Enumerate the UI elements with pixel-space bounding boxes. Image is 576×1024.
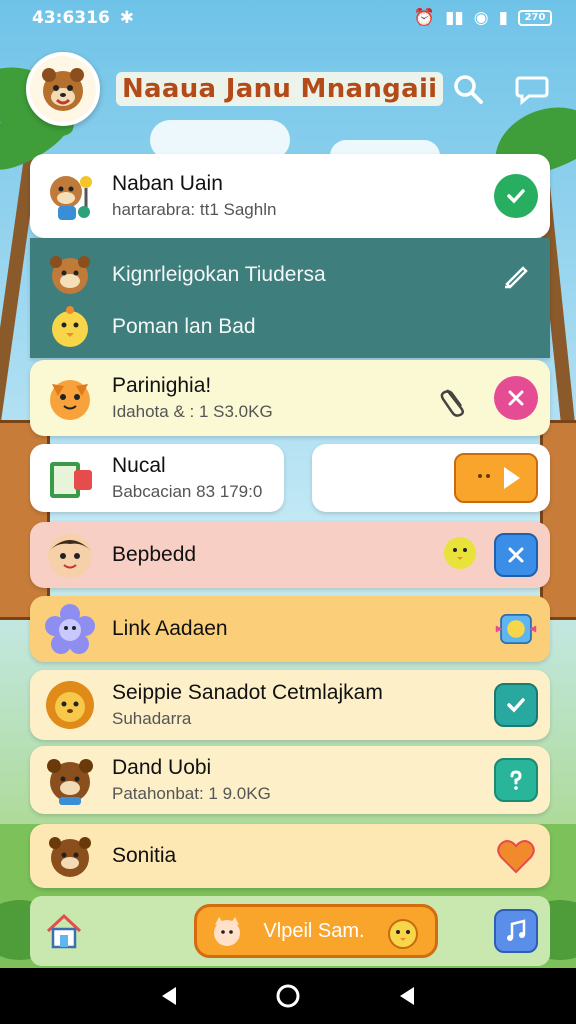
list-item[interactable]: Dand Uobi Patahonbat: 1 9.0KG [30, 746, 550, 814]
paperclip-icon [440, 389, 464, 417]
row-subtitle: Patahonbat: 1 9.0KG [112, 784, 271, 803]
sim-icon: ▮ [498, 8, 508, 28]
list-item[interactable]: Sonitia [30, 824, 550, 888]
bottom-action-bar: Vlpeil Sam. [30, 896, 550, 966]
status-bar: 43:6316 ✱ ⏰ ▮▮ ◉ ▮ 270 [0, 0, 576, 36]
play-button[interactable] [454, 453, 538, 503]
primary-action-button[interactable]: Vlpeil Sam. [194, 904, 438, 958]
signal-icon: ▮▮ [445, 8, 464, 28]
star-badge-icon [495, 614, 537, 644]
attach-button[interactable] [434, 376, 478, 420]
music-note-icon [507, 919, 526, 941]
list-item[interactable]: Bepbedd [30, 522, 550, 588]
fox-icon [42, 370, 98, 426]
help-button[interactable] [494, 758, 538, 802]
home-nav-button[interactable] [273, 981, 303, 1011]
row-title: Dand Uobi [112, 756, 212, 779]
edit-button[interactable] [494, 253, 538, 297]
system-nav-bar [0, 968, 576, 1024]
app-title: Naaua Janu Mnangaii [116, 72, 444, 106]
badge-button[interactable] [494, 607, 538, 651]
delete-button[interactable] [494, 533, 538, 577]
list-item[interactable]: Nucal Babcacian 83 179:0 [30, 444, 284, 512]
complete-button[interactable] [494, 683, 538, 727]
play-icon [478, 467, 520, 489]
chick-icon [388, 919, 418, 949]
list-item-play[interactable] [312, 444, 550, 512]
row-subtitle: hartarabra: tt1 Saghln [112, 200, 277, 219]
close-square-icon [508, 547, 524, 563]
back-triangle-icon [162, 987, 177, 1005]
chat-bubble-icon [515, 76, 549, 105]
raccoon-toy-icon [42, 168, 98, 224]
child-avatar-icon [42, 527, 98, 583]
row-title: Seippie Sanadot Cetmlajkam [112, 681, 383, 704]
question-square-icon [510, 770, 522, 790]
row-title: Naban Uain [112, 172, 223, 195]
recents-button[interactable] [392, 981, 422, 1011]
cat-icon [214, 917, 240, 946]
flower-icon [42, 601, 98, 657]
favorite-button[interactable] [494, 834, 538, 878]
home-button[interactable] [42, 909, 86, 953]
wifi-icon: ◉ [473, 8, 489, 28]
list-item[interactable]: Parinighia! Idahota & : 1 S3.0KG [30, 360, 550, 436]
chick-icon [42, 299, 98, 355]
edit-icon [505, 266, 528, 289]
row-title: Nucal [112, 454, 166, 477]
battery-icon: 270 [518, 10, 552, 26]
row-subtitle: Idahota & : 1 S3.0KG [112, 402, 273, 421]
list-item[interactable]: Naban Uain hartarabra: tt1 Saghln [30, 154, 550, 238]
list-item[interactable]: Link Aadaen [30, 596, 550, 662]
raccoon-icon [42, 247, 98, 303]
row-title: Poman lan Bad [112, 315, 256, 338]
check-square-icon [507, 698, 525, 713]
row-title: Link Aadaen [112, 617, 228, 640]
check-circle-icon [507, 189, 525, 204]
chat-button[interactable] [514, 71, 550, 107]
book-icon [42, 450, 98, 506]
raccoon-icon [42, 68, 84, 111]
complete-button[interactable] [494, 174, 538, 218]
row-title: Kignrleigokan Tiudersa [112, 263, 326, 286]
list-item[interactable]: Seippie Sanadot Cetmlajkam Suhadarra [30, 670, 550, 740]
home-icon [46, 913, 82, 949]
lion-icon [42, 677, 98, 733]
music-button[interactable] [494, 909, 538, 953]
chick-sticker-icon [438, 529, 482, 582]
search-button[interactable] [450, 71, 486, 107]
primary-action-label: Vlpeil Sam. [263, 919, 365, 942]
home-circle-icon [276, 984, 300, 1008]
app-header: Naaua Janu Mnangaii [26, 50, 550, 128]
alarm-icon: ⏰ [413, 8, 436, 28]
list-item-selected[interactable]: Kignrleigokan Tiudersa Poman lan Bad [30, 238, 550, 358]
row-title: Bepbedd [112, 543, 197, 566]
bear-icon [42, 828, 98, 884]
row-title: Parinighia! [112, 374, 212, 397]
heart-icon [497, 840, 535, 874]
close-circle-icon [508, 390, 524, 406]
back-button[interactable] [154, 981, 184, 1011]
bear-icon [42, 752, 98, 808]
row-title: Sonitia [112, 844, 177, 867]
search-icon [454, 75, 483, 104]
remove-button[interactable] [494, 376, 538, 420]
status-time: 43:6316 [32, 8, 110, 28]
avatar[interactable] [26, 52, 100, 126]
back-triangle-icon [399, 987, 414, 1005]
gear-icon: ✱ [119, 8, 135, 28]
row-subtitle: Babcacian 83 179:0 [112, 482, 263, 501]
row-subtitle: Suhadarra [112, 709, 192, 728]
